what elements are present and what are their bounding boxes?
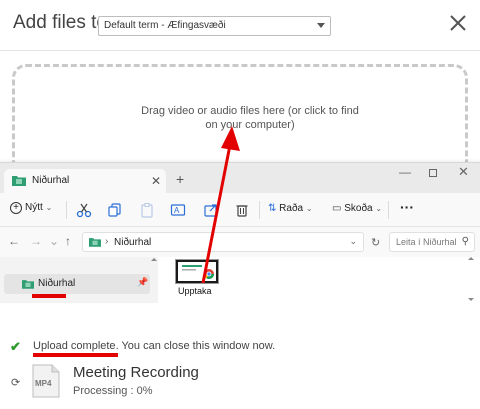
search-input[interactable]: Leita í Niðurhal ⚲ — [389, 232, 475, 252]
refresh-icon[interactable]: ↻ — [371, 236, 380, 249]
forward-arrow-icon[interactable]: → — [30, 234, 42, 248]
plus-icon: + — [10, 202, 22, 214]
new-tab-icon[interactable]: + — [176, 171, 184, 187]
explorer-toolbar: + Nýtt ⌄ A ⇅ Raða ⌄ ▭ Skoða ⌄ ··· — [0, 193, 480, 227]
window-close-icon[interactable]: ✕ — [458, 164, 469, 180]
sync-icon: ⟳ — [11, 377, 21, 389]
close-icon[interactable] — [449, 14, 467, 32]
address-path-box[interactable]: › Niðurhal ⌄ — [82, 232, 364, 252]
toolbar-separator — [66, 201, 67, 219]
file-explorer-window: Niðurhal ✕ + — ✕ + Nýtt ⌄ A ⇅ Raða ⌄ ▭ S… — [0, 162, 480, 303]
sort-button[interactable]: ⇅ Raða ⌄ — [268, 203, 313, 214]
dropzone-instructions[interactable]: Drag video or audio files here (or click… — [120, 104, 380, 132]
svg-text:A: A — [174, 206, 180, 215]
back-arrow-icon[interactable]: ← — [8, 234, 20, 248]
toolbar-separator — [388, 201, 389, 219]
folder-icon — [89, 238, 101, 247]
rename-icon[interactable]: A — [170, 202, 186, 218]
tab-label: Niðurhal — [32, 175, 70, 186]
folder-icon — [12, 176, 26, 186]
tab-close-icon[interactable]: ✕ — [151, 174, 161, 188]
share-icon[interactable] — [203, 202, 219, 218]
term-select[interactable]: Default term - Æfingasvæði — [98, 16, 331, 36]
mp4-file-icon: MP4 — [32, 364, 60, 398]
maximize-icon[interactable] — [429, 169, 437, 177]
header-divider — [0, 50, 480, 51]
explorer-tab[interactable]: Niðurhal ✕ — [4, 169, 166, 193]
file-badge: MP4 — [35, 379, 52, 388]
dialog-title: Add files to — [13, 12, 107, 33]
chevron-right-icon: › — [105, 236, 109, 247]
copy-icon[interactable] — [107, 202, 123, 218]
processing-status: Processing : 0% — [73, 385, 153, 397]
term-select-value: Default term - Æfingasvæði — [104, 20, 226, 31]
sort-icon: ⇅ — [268, 203, 277, 214]
view-button[interactable]: ▭ Skoða ⌄ — [332, 203, 382, 214]
upload-status-link: Upload complete — [33, 340, 116, 352]
folder-icon — [22, 280, 34, 289]
delete-icon[interactable] — [234, 202, 250, 218]
file-name-label[interactable]: Upptaka — [178, 286, 212, 296]
more-options-icon[interactable]: ··· — [400, 199, 414, 215]
annotation-underline — [33, 353, 118, 357]
explorer-tabstrip: Niðurhal ✕ + — ✕ — [0, 163, 480, 193]
uploaded-file-title: Meeting Recording — [73, 364, 199, 381]
toolbar-separator — [259, 201, 260, 219]
annotation-underline — [32, 294, 66, 298]
navigation-pane: Niðurhal 📌 — [0, 257, 158, 303]
browser-logo-icon — [182, 265, 214, 279]
scrollbar[interactable] — [150, 257, 158, 303]
cut-icon[interactable] — [76, 202, 92, 218]
new-button[interactable]: + Nýtt ⌄ — [10, 202, 52, 214]
scrollbar[interactable] — [467, 256, 475, 302]
address-path-label: Niðurhal — [114, 237, 152, 248]
chevron-down-icon — [317, 23, 325, 28]
minimize-icon[interactable]: — — [399, 165, 411, 179]
view-icon: ▭ — [332, 203, 342, 214]
up-arrow-icon[interactable]: ↑ — [65, 234, 71, 248]
address-bar: ← → ⌄ ↑ › Niðurhal ⌄ ↻ Leita í Niðurhal … — [0, 227, 480, 257]
recent-dropdown-icon[interactable]: ⌄ — [49, 234, 59, 248]
search-icon: ⚲ — [461, 236, 469, 247]
pin-icon[interactable]: 📌 — [137, 277, 148, 288]
explorer-content: Niðurhal 📌 — [0, 257, 480, 303]
paste-icon[interactable] — [139, 202, 155, 218]
upload-status-message: Upload complete. You can close this wind… — [33, 340, 276, 352]
video-file-thumbnail[interactable] — [175, 259, 219, 284]
sidebar-item-label: Niðurhal — [38, 278, 76, 289]
thumbnail-preview — [178, 262, 216, 281]
sidebar-item-downloads[interactable]: Niðurhal 📌 — [4, 274, 150, 294]
checkmark-icon: ✔ — [10, 339, 21, 354]
chevron-down-icon[interactable]: ⌄ — [349, 236, 357, 247]
upload-dialog: Add files to Default term - Æfingasvæði … — [0, 0, 480, 409]
